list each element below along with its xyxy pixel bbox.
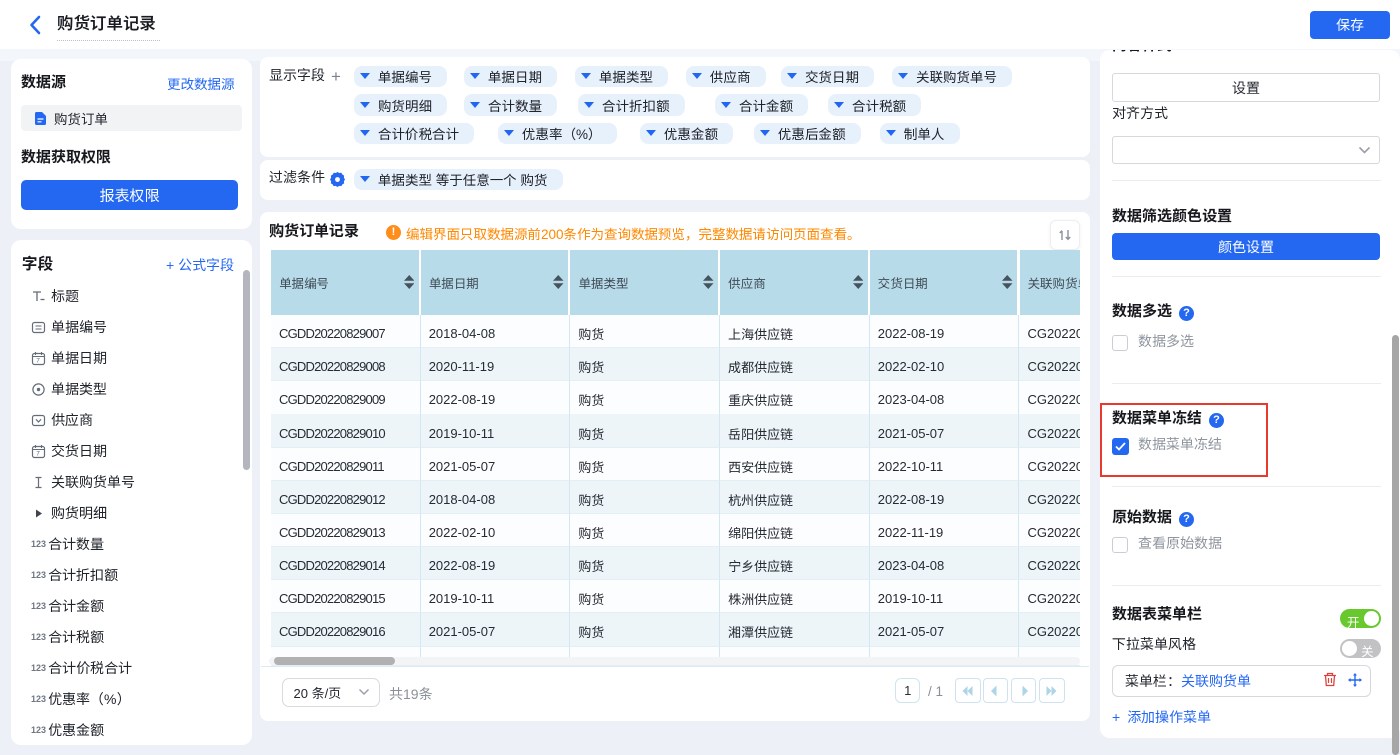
- svg-text:7: 7: [36, 450, 40, 457]
- svg-text:7: 7: [36, 357, 40, 364]
